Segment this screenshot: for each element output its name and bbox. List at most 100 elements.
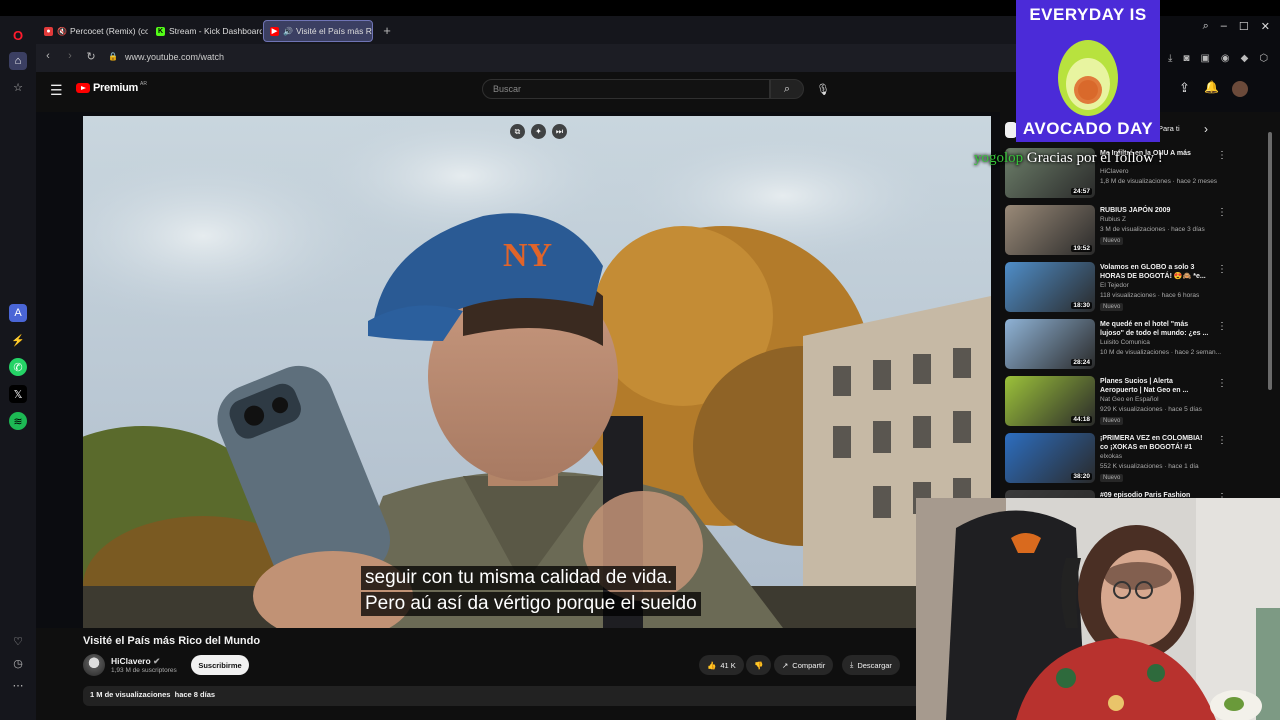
youtube-play-icon: [76, 83, 90, 93]
recommendation-title[interactable]: ¡PRIMERA VEZ en COLOMBIA! co ¡XOKAS en B…: [1100, 434, 1210, 452]
url-field[interactable]: www.youtube.com/watch: [125, 52, 224, 62]
subtitle-line-1: seguir con tu misma calidad de vida.: [361, 566, 677, 590]
spotify-icon[interactable]: ≋: [9, 412, 27, 430]
more-options-icon[interactable]: ⋮: [1217, 435, 1227, 446]
youtube-premium-logo[interactable]: Premium AR: [76, 81, 147, 94]
search-input[interactable]: Buscar: [482, 79, 770, 99]
recommendation-thumbnail[interactable]: 28:24: [1005, 319, 1095, 369]
forward-icon[interactable]: ›: [62, 50, 78, 62]
more-icon[interactable]: ⋯: [9, 676, 27, 694]
extensions-icon[interactable]: ⬡: [1259, 53, 1268, 64]
reload-icon[interactable]: ↻: [83, 50, 99, 63]
camera-icon[interactable]: ◙: [1183, 53, 1189, 64]
download-button[interactable]: ⤓ Descargar: [842, 655, 900, 675]
dislike-button[interactable]: 👎: [746, 655, 772, 675]
minimize-icon[interactable]: –: [1221, 20, 1227, 40]
recommendation-title[interactable]: RUBIUS JAPÓN 2009: [1100, 206, 1210, 215]
account-icon[interactable]: ◉: [1221, 53, 1230, 64]
channel-name[interactable]: HiClavero ✔: [111, 656, 160, 667]
video-title: Visité el País más Rico del Mundo: [83, 635, 261, 647]
new-badge: Nuevo: [1100, 303, 1124, 311]
next-icon[interactable]: ⏭: [552, 124, 567, 139]
recommendation-title[interactable]: Me quedé en el hotel "más lujoso" de tod…: [1100, 320, 1210, 338]
recommendation-item[interactable]: 18:30 Volamos en GLOBO a solo 3 HORAS DE …: [1005, 262, 1233, 314]
alert-message: Gracias por el follow !: [1026, 150, 1163, 166]
recommendation-channel[interactable]: Rubius Z: [1100, 216, 1126, 223]
tab-youtube[interactable]: ▶ 🔊 Visité el País más Rico: [263, 20, 373, 42]
description-box[interactable]: 1 M de visualizaciones hace 8 días: [83, 686, 923, 706]
heart-icon[interactable]: ♡: [9, 632, 27, 650]
messenger-icon[interactable]: ⚡: [9, 331, 27, 349]
download-icon[interactable]: ⤓: [1168, 53, 1172, 64]
more-options-icon[interactable]: ⋮: [1217, 321, 1227, 332]
channel-name-text: HiClavero: [111, 656, 151, 666]
video-info: Visité el País más Rico del Mundo HiClav…: [36, 628, 923, 720]
address-bar: ‹ › ↻ 🔒 www.youtube.com/watch: [36, 44, 1016, 72]
recommendation-thumbnail[interactable]: 18:30: [1005, 262, 1095, 312]
mute-icon[interactable]: 🔇: [57, 27, 67, 36]
recommendation-item[interactable]: 44:18 Planes Sucios | Alerta Aeropuerto |…: [1005, 376, 1233, 428]
recommendation-channel[interactable]: Nat Geo en Español: [1100, 396, 1159, 403]
whatsapp-icon[interactable]: ✆: [9, 358, 27, 376]
star-icon[interactable]: ☆: [9, 78, 27, 96]
profile-avatar[interactable]: [1232, 81, 1248, 97]
wallet-icon[interactable]: ▣: [1200, 53, 1209, 64]
channel-avatar[interactable]: [83, 654, 105, 676]
chip-next-icon[interactable]: ›: [1204, 122, 1208, 136]
recommendation-thumbnail[interactable]: 44:18: [1005, 376, 1095, 426]
tab-label: Percocet (Remix) (con: [69, 26, 148, 36]
recommendation-thumbnail[interactable]: 38:20: [1005, 433, 1095, 483]
maximize-icon[interactable]: ☐: [1239, 20, 1249, 40]
recommendation-item[interactable]: 38:20 ¡PRIMERA VEZ en COLOMBIA! co ¡XOKAS…: [1005, 433, 1233, 485]
opera-icon[interactable]: O: [9, 26, 27, 44]
recommendation-channel[interactable]: El Tejedor: [1100, 282, 1129, 289]
panel-scrollbar[interactable]: [1268, 132, 1272, 390]
upload-icon[interactable]: ⇪: [1179, 80, 1190, 96]
video-player[interactable]: NY ⧉ ✦ ⏭ seguir con tu misma calidad de …: [83, 116, 991, 628]
avocado-bottom-text: AVOCADO DAY: [1022, 119, 1154, 138]
more-options-icon[interactable]: ⋮: [1217, 378, 1227, 389]
search-button[interactable]: ⌕: [770, 79, 804, 99]
window-controls: ⌕ – ☐ ✕: [1180, 20, 1280, 40]
miniplayer-icon[interactable]: ⧉: [510, 124, 525, 139]
new-tab-plus-icon[interactable]: +: [378, 21, 396, 39]
recommendation-title[interactable]: Volamos en GLOBO a solo 3 HORAS DE BOGOT…: [1100, 263, 1210, 281]
share-button[interactable]: ↗ Compartir: [774, 655, 834, 675]
history-icon[interactable]: ◷: [9, 654, 27, 672]
microphone-icon: 🎙: [816, 83, 830, 96]
recommendation-meta: 10 M de visualizaciones · hace 2 seman..…: [1100, 349, 1222, 356]
recommendation-title[interactable]: Planes Sucios | Alerta Aeropuerto | Nat …: [1100, 377, 1210, 395]
tab-music[interactable]: ● 🔇 Percocet (Remix) (con: [38, 20, 148, 42]
more-options-icon[interactable]: ⋮: [1217, 264, 1227, 275]
home-icon[interactable]: ⌂: [9, 52, 27, 70]
more-options-icon[interactable]: ⋮: [1217, 207, 1227, 218]
recommendation-channel[interactable]: Luisito Comunica: [1100, 339, 1150, 346]
recommendation-channel[interactable]: elxokas: [1100, 453, 1122, 460]
tab-kick[interactable]: K Stream - Kick Dashboard: [150, 20, 262, 42]
recommendation-item[interactable]: 28:24 Me quedé en el hotel "más lujoso" d…: [1005, 319, 1233, 371]
settings-icon[interactable]: ✦: [531, 124, 546, 139]
recommendation-item[interactable]: 19:52 RUBIUS JAPÓN 2009 Rubius Z 3 M de vis…: [1005, 205, 1233, 257]
subscribe-button[interactable]: Suscribirme: [191, 655, 249, 675]
follow-alert: yogolop Gracias por el follow !: [974, 150, 1163, 167]
back-icon[interactable]: ‹: [40, 50, 56, 62]
search-tabs-icon[interactable]: ⌕: [1203, 20, 1209, 40]
more-options-icon[interactable]: ⋮: [1217, 150, 1227, 161]
new-badge: Nuevo: [1100, 237, 1124, 245]
like-button[interactable]: 👍 41 K: [699, 655, 744, 675]
filter-chip-para-ti[interactable]: Para ti: [1158, 124, 1180, 133]
hamburger-menu-icon[interactable]: ☰: [50, 82, 63, 99]
app-icon[interactable]: A: [9, 304, 27, 322]
share-icon: ↗: [782, 660, 789, 670]
logo-region: AR: [139, 81, 147, 87]
close-icon[interactable]: ✕: [1261, 20, 1270, 40]
thumbs-up-icon: 👍: [707, 660, 717, 670]
recommendation-channel[interactable]: HiClavero: [1100, 168, 1129, 175]
x-icon[interactable]: 𝕏: [9, 385, 27, 403]
bell-icon[interactable]: 🔔: [1204, 80, 1219, 94]
voice-search-button[interactable]: 🎙: [812, 79, 834, 99]
recommendation-thumbnail[interactable]: 19:52: [1005, 205, 1095, 255]
duration-badge: 24:57: [1071, 188, 1092, 195]
audio-icon[interactable]: 🔊: [283, 27, 293, 36]
vpn-icon[interactable]: ◆: [1241, 53, 1249, 64]
